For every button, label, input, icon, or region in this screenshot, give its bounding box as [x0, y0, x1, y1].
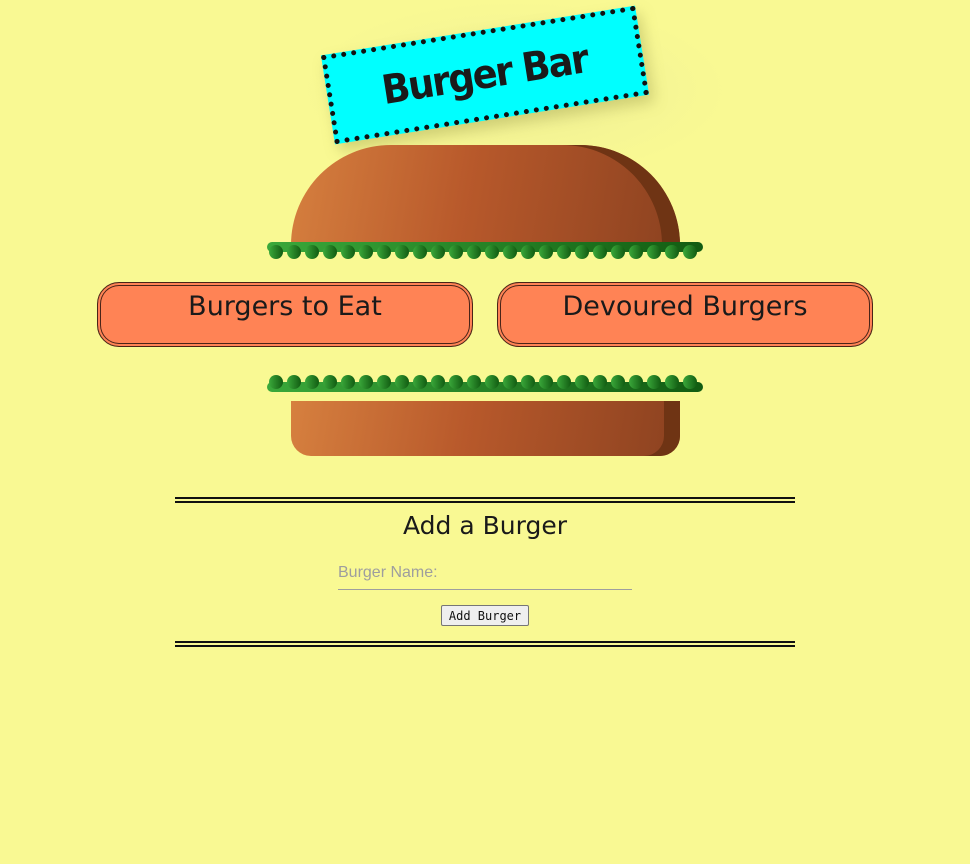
devoured-burgers-button[interactable]: Devoured Burgers	[497, 282, 873, 347]
add-burger-button[interactable]: Add Burger	[441, 605, 529, 626]
logo-sign: Burger Bar	[320, 5, 650, 145]
bun-top-icon	[291, 145, 680, 245]
add-burger-title: Add a Burger	[403, 511, 567, 540]
devoured-burgers-label: Devoured Burgers	[562, 291, 808, 322]
burgers-to-eat-button[interactable]: Burgers to Eat	[97, 282, 473, 347]
lettuce-top-icon	[267, 242, 703, 259]
form-divider-bottom	[175, 641, 795, 647]
burger-name-input[interactable]	[338, 556, 632, 590]
burgers-to-eat-label: Burgers to Eat	[188, 291, 382, 322]
logo-title: Burger Bar	[379, 36, 591, 114]
bun-bottom-icon	[291, 401, 680, 456]
form-divider-top	[175, 497, 795, 503]
lettuce-bottom-icon	[267, 375, 703, 392]
